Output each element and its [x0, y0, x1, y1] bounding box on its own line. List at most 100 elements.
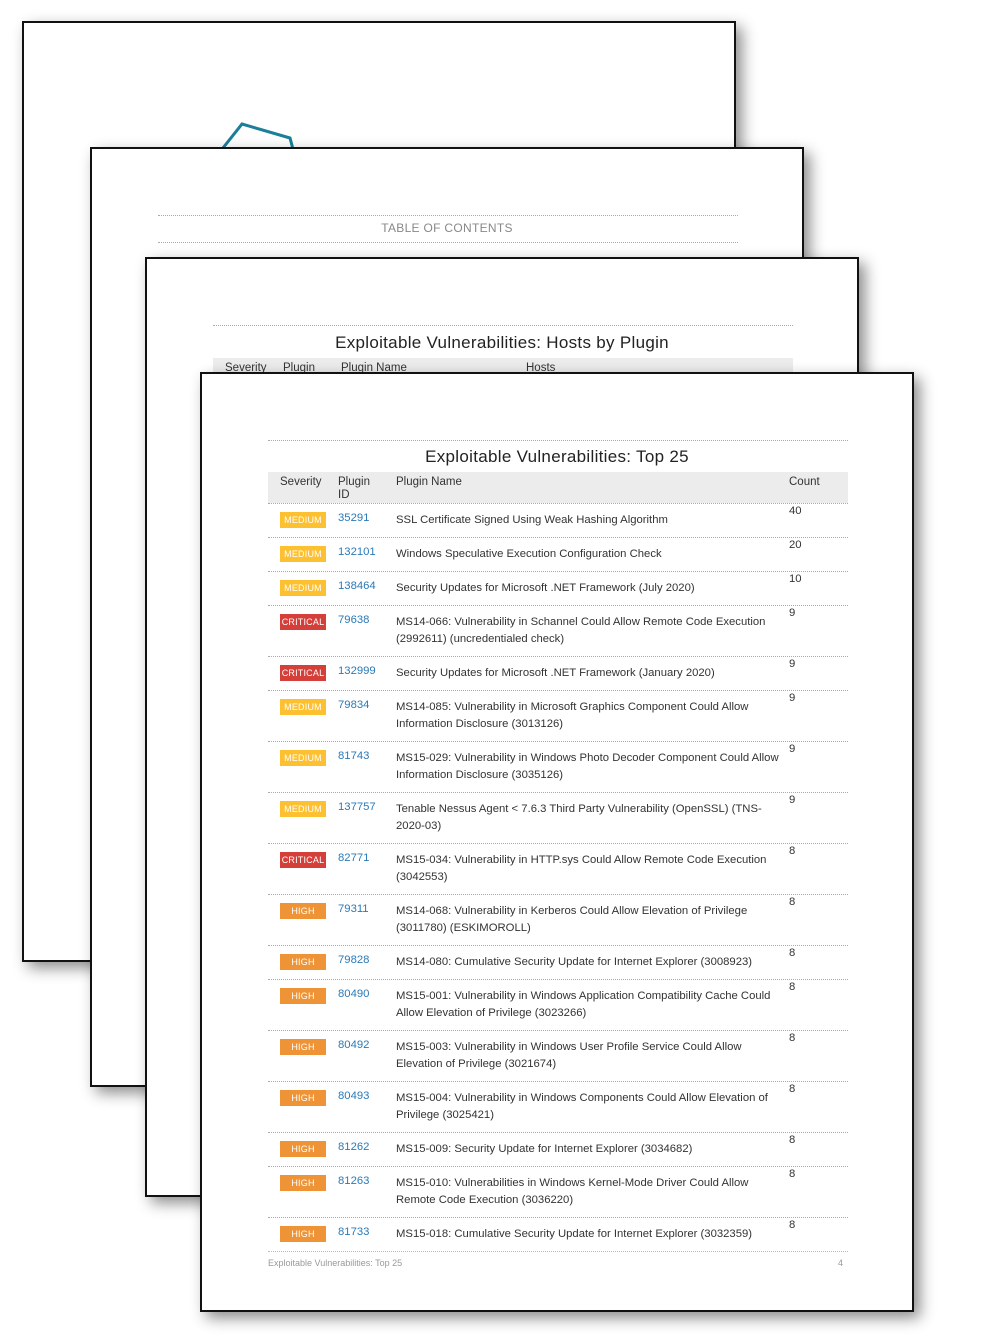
table-row: HIGH 80493 MS15-004: Vulnerability in Wind…: [268, 1081, 848, 1132]
count-value: 8: [789, 896, 796, 908]
severity-badge: HIGH: [280, 1226, 326, 1242]
plugin-id-link[interactable]: 81733: [338, 1226, 369, 1238]
severity-badge: MEDIUM: [280, 512, 326, 528]
plugin-name: MS15-034: Vulnerability in HTTP.sys Coul…: [396, 854, 767, 883]
table-row: HIGH 80490 MS15-001: Vulnerability in Wind…: [268, 979, 848, 1030]
vulnerability-table: MEDIUM 35291 SSL Certificate Signed Using …: [268, 503, 848, 1251]
section-title: Exploitable Vulnerabilities: Hosts by Pl…: [335, 333, 669, 352]
severity-badge: MEDIUM: [280, 580, 326, 596]
count-value: 8: [789, 1083, 796, 1095]
footer-divider: [268, 1251, 848, 1252]
footer-title: Exploitable Vulnerabilities: Top 25: [268, 1258, 403, 1268]
severity-badge: HIGH: [280, 988, 326, 1004]
count-value: 9: [789, 794, 796, 806]
plugin-id-link[interactable]: 80492: [338, 1039, 369, 1051]
top25-page: Exploitable Vulnerabilities: Top 25 Seve…: [200, 372, 914, 1312]
table-header: Severity Plugin ID Plugin Name Count: [268, 472, 848, 503]
plugin-id-link[interactable]: 80493: [338, 1090, 369, 1102]
section-title: Exploitable Vulnerabilities: Top 25: [425, 447, 689, 466]
plugin-id-link[interactable]: 82771: [338, 852, 369, 864]
plugin-name: Tenable Nessus Agent < 7.6.3 Third Party…: [396, 803, 762, 832]
toc-title: TABLE OF CONTENTS: [381, 221, 513, 235]
table-row: CRITICAL 132999 Security Updates for Micro…: [268, 656, 848, 690]
severity-badge: HIGH: [280, 1039, 326, 1055]
count-value: 8: [789, 1032, 796, 1044]
count-value: 8: [789, 845, 796, 857]
logo-icon: [217, 122, 552, 154]
count-value: 8: [789, 1134, 796, 1146]
table-row: HIGH 81263 MS15-010: Vulnerabilities in Wi…: [268, 1166, 848, 1217]
plugin-id-link[interactable]: 35291: [338, 512, 369, 524]
plugin-id-link[interactable]: 81262: [338, 1141, 369, 1153]
table-row: CRITICAL 79638 MS14-066: Vulnerability in …: [268, 605, 848, 656]
column-header-severity: Severity: [280, 476, 322, 488]
column-header-count: Count: [789, 476, 820, 488]
page-number: 4: [838, 1258, 844, 1268]
plugin-name: MS14-068: Vulnerability in Kerberos Coul…: [396, 905, 748, 934]
count-value: 8: [789, 1219, 796, 1231]
plugin-name: Windows Speculative Execution Configurat…: [396, 548, 662, 560]
plugin-id-link[interactable]: 137757: [338, 801, 376, 813]
table-row: CRITICAL 82771 MS15-034: Vulnerability in …: [268, 843, 848, 894]
plugin-id-link[interactable]: 79834: [338, 699, 369, 711]
severity-badge: CRITICAL: [280, 665, 326, 681]
count-value: 8: [789, 981, 796, 993]
table-row: HIGH 79311 MS14-068: Vulnerability in Kerb…: [268, 894, 848, 945]
divider: [268, 440, 848, 441]
severity-badge: MEDIUM: [280, 546, 326, 562]
table-row: HIGH 81262 MS15-009: Security Update for I…: [268, 1132, 848, 1166]
count-value: 20: [789, 539, 802, 551]
plugin-id-link[interactable]: 138464: [338, 580, 376, 592]
table-row: MEDIUM 132101 Windows Speculative Executio…: [268, 537, 848, 571]
table-row: HIGH 81733 MS15-018: Cumulative Security U…: [268, 1217, 848, 1251]
plugin-name: MS15-004: Vulnerability in Windows Compo…: [396, 1092, 768, 1121]
column-header-plugin-id: Plugin ID: [338, 476, 370, 501]
table-row: HIGH 79828 MS14-080: Cumulative Security U…: [268, 945, 848, 979]
severity-badge: HIGH: [280, 1141, 326, 1157]
column-header-plugin-name: Plugin Name: [396, 476, 462, 488]
table-row: MEDIUM 35291 SSL Certificate Signed Using …: [268, 503, 848, 537]
count-value: 9: [789, 692, 796, 704]
severity-badge: CRITICAL: [280, 852, 326, 868]
plugin-id-link[interactable]: 79638: [338, 614, 369, 626]
severity-badge: HIGH: [280, 903, 326, 919]
divider: [158, 242, 738, 243]
plugin-name: MS15-010: Vulnerabilities in Windows Ker…: [396, 1177, 749, 1206]
count-value: 8: [789, 1168, 796, 1180]
count-value: 9: [789, 607, 796, 619]
plugin-name: Security Updates for Microsoft .NET Fram…: [396, 582, 695, 594]
plugin-name: Security Updates for Microsoft .NET Fram…: [396, 667, 715, 679]
plugin-id-link[interactable]: 79311: [338, 903, 369, 915]
plugin-id-link[interactable]: 80490: [338, 988, 369, 1000]
plugin-name: MS14-066: Vulnerability in Schannel Coul…: [396, 616, 766, 645]
plugin-name: MS15-009: Security Update for Internet E…: [396, 1143, 693, 1155]
count-value: 10: [789, 573, 802, 585]
plugin-name: SSL Certificate Signed Using Weak Hashin…: [396, 514, 668, 526]
plugin-id-link[interactable]: 79828: [338, 954, 369, 966]
severity-badge: MEDIUM: [280, 699, 326, 715]
severity-badge: HIGH: [280, 954, 326, 970]
count-value: 9: [789, 658, 796, 670]
plugin-id-link[interactable]: 81263: [338, 1175, 369, 1187]
plugin-name: MS15-018: Cumulative Security Update for…: [396, 1228, 753, 1240]
table-row: MEDIUM 138464 Security Updates for Microso…: [268, 571, 848, 605]
count-value: 9: [789, 743, 796, 755]
count-value: 8: [789, 947, 796, 959]
count-value: 40: [789, 505, 802, 517]
severity-badge: MEDIUM: [280, 750, 326, 766]
plugin-name: MS15-003: Vulnerability in Windows User …: [396, 1041, 742, 1070]
divider: [213, 325, 793, 326]
table-row: MEDIUM 137757 Tenable Nessus Agent < 7.6.3…: [268, 792, 848, 843]
plugin-id-link[interactable]: 81743: [338, 750, 369, 762]
severity-badge: HIGH: [280, 1090, 326, 1106]
plugin-name: MS15-001: Vulnerability in Windows Appli…: [396, 990, 771, 1019]
table-row: MEDIUM 79834 MS14-085: Vulnerability in Mi…: [268, 690, 848, 741]
plugin-id-link[interactable]: 132999: [338, 665, 376, 677]
plugin-id-link[interactable]: 132101: [338, 546, 376, 558]
plugin-name: MS14-080: Cumulative Security Update for…: [396, 956, 753, 968]
plugin-name: MS14-085: Vulnerability in Microsoft Gra…: [396, 701, 749, 730]
table-row: MEDIUM 81743 MS15-029: Vulnerability in Wi…: [268, 741, 848, 792]
plugin-name: MS15-029: Vulnerability in Windows Photo…: [396, 752, 779, 781]
severity-badge: MEDIUM: [280, 801, 326, 817]
severity-badge: CRITICAL: [280, 614, 326, 630]
